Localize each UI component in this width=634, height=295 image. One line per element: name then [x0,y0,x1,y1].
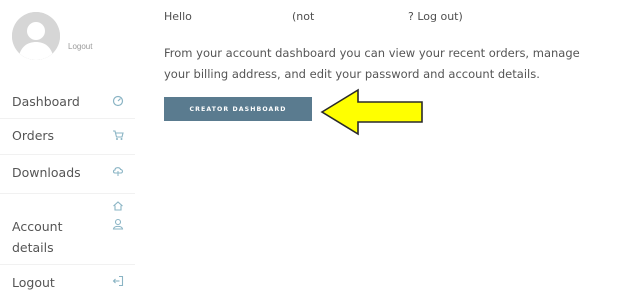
logout-icon [112,275,124,287]
sidebar-item-label: Orders [12,128,55,143]
intro-line-2: your billing address, and edit your pass… [164,67,540,81]
intro-line-1: From your account dashboard you can view… [164,46,580,60]
greeting-logout-link[interactable]: ? Log out) [408,10,463,23]
sidebar-item-label: Dashboard [12,94,80,109]
avatar-logout-link[interactable]: Logout [68,42,92,51]
sidebar-item-label: Logout [12,275,55,290]
cart-icon [112,129,124,141]
cloud-download-icon [112,165,124,177]
greeting-not: (not [292,10,315,23]
sidebar-item-dashboard[interactable]: Dashboard [0,91,135,112]
sidebar-item-label: Downloads [12,165,81,180]
user-icon [112,218,124,230]
account-sidebar: Logout Dashboard Orders Downloads Accoun… [0,0,140,295]
sidebar-item-orders[interactable]: Orders [0,125,135,146]
sidebar-item-logout[interactable]: Logout [0,272,135,293]
home-icon [112,200,124,212]
creator-dashboard-button[interactable]: CREATOR DASHBOARD [164,97,312,121]
sidebar-item-account-details[interactable]: Account details [0,201,135,258]
sidebar-item-label: Account details [12,219,63,255]
nav-divider [0,264,135,265]
nav-divider [0,154,135,155]
dashboard-icon [112,95,124,107]
nav-divider [0,118,135,119]
greeting-hello: Hello [164,10,192,23]
dashboard-intro-text: From your account dashboard you can view… [164,43,634,85]
avatar [12,12,60,60]
highlight-arrow-icon [318,88,428,136]
nav-divider [0,193,135,194]
sidebar-item-downloads[interactable]: Downloads [0,162,135,183]
user-avatar-icon [12,12,60,60]
